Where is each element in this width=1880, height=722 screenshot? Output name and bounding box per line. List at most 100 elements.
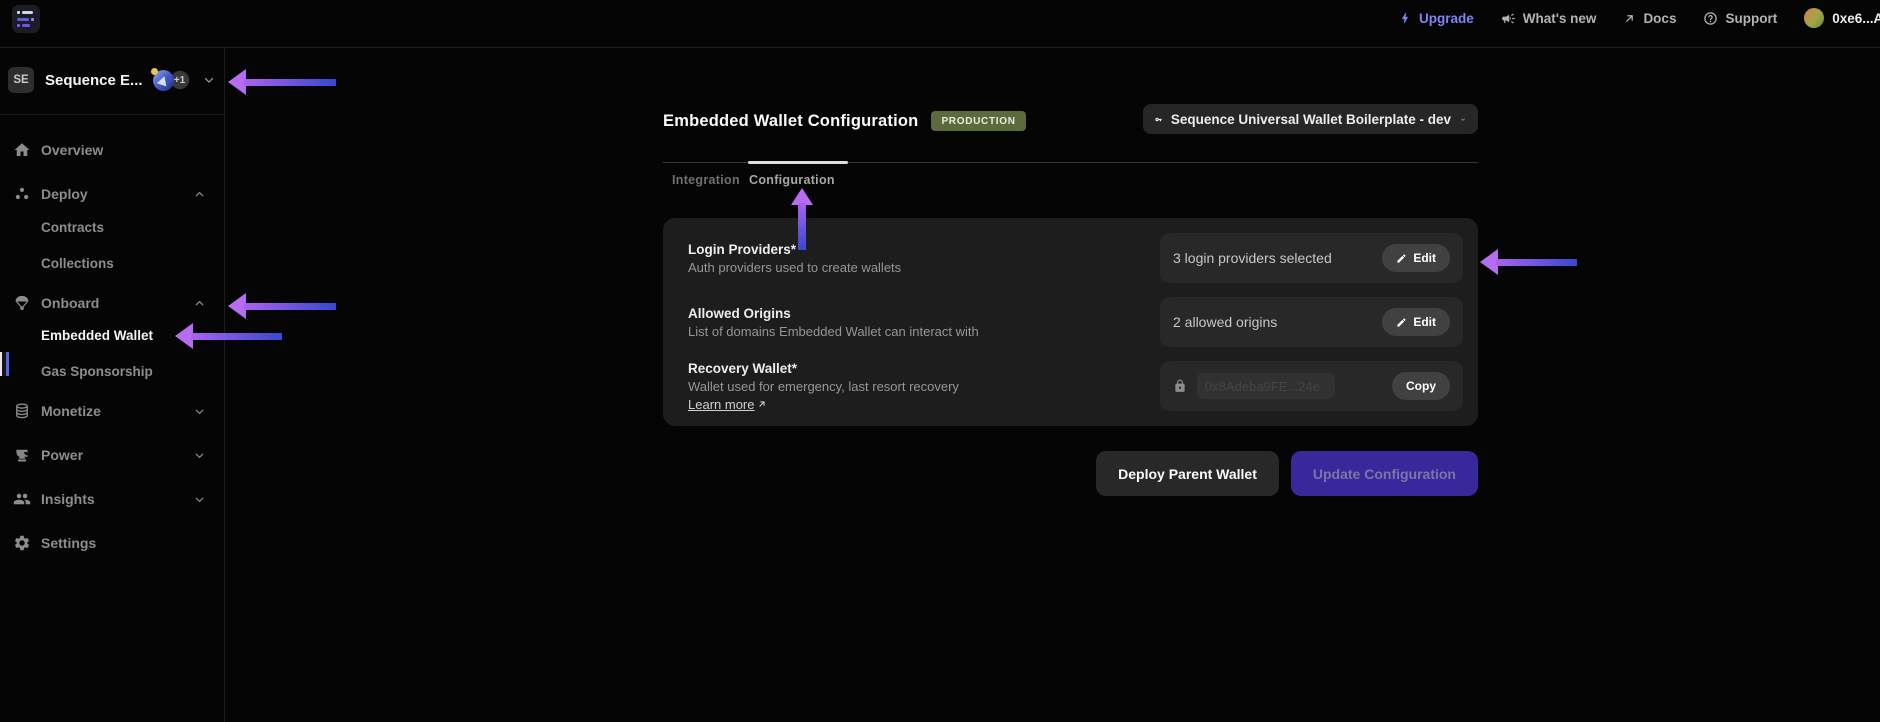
gear-icon bbox=[14, 535, 30, 551]
parachute-icon bbox=[15, 295, 29, 310]
allowed-origins-value-box: 2 allowed origins Edit bbox=[1160, 297, 1463, 347]
annotation-arrow-configuration-tab bbox=[791, 188, 813, 250]
deploy-cluster-icon bbox=[15, 187, 29, 200]
upgrade-button[interactable]: Upgrade bbox=[1398, 11, 1474, 26]
sidebar-item-monetize[interactable]: Monetize bbox=[0, 399, 224, 423]
tabbar: Integration Configuration bbox=[663, 161, 1478, 196]
sidebar-item-overview[interactable]: Overview bbox=[0, 138, 224, 162]
annotation-arrow-edit-button bbox=[1480, 249, 1577, 275]
help-circle-icon bbox=[1704, 11, 1718, 25]
sidebar-item-label: Contracts bbox=[41, 219, 105, 235]
recovery-wallet-row: Recovery Wallet* Wallet used for emergen… bbox=[678, 360, 1463, 412]
pencil-icon bbox=[1397, 317, 1406, 327]
chevron-down-icon bbox=[195, 497, 204, 502]
actions-row: Deploy Parent Wallet Update Configuratio… bbox=[663, 451, 1478, 496]
environment-badge: PRODUCTION bbox=[931, 111, 1026, 131]
team-selector[interactable]: SE Sequence E... +1 bbox=[8, 66, 216, 94]
sidebar-divider bbox=[0, 114, 224, 115]
recovery-wallet-address: 0x8Adeba9FE...24e bbox=[1197, 373, 1335, 399]
whats-new-button[interactable]: What's new bbox=[1501, 10, 1597, 26]
edit-label: Edit bbox=[1413, 251, 1436, 265]
allowed-origins-label: Allowed Origins bbox=[688, 305, 791, 321]
topbar-menu: Upgrade What's new Docs Support 0xe6...A… bbox=[1398, 6, 1880, 30]
login-providers-edit-button[interactable]: Edit bbox=[1382, 244, 1450, 272]
account-address: 0xe6...Al bbox=[1832, 10, 1880, 26]
megaphone-icon bbox=[1501, 13, 1515, 23]
external-arrow-icon bbox=[759, 401, 766, 407]
sidebar-item-collections[interactable]: Collections bbox=[0, 251, 224, 275]
configuration-card: Login Providers* Auth providers used to … bbox=[663, 218, 1478, 426]
sidebar-item-label: Onboard bbox=[41, 295, 100, 311]
allowed-origins-row: Allowed Origins List of domains Embedded… bbox=[678, 297, 1463, 347]
annotation-arrow-embedded-wallet bbox=[175, 323, 282, 349]
deploy-parent-wallet-button[interactable]: Deploy Parent Wallet bbox=[1096, 451, 1279, 496]
sidebar-item-deploy[interactable]: Deploy bbox=[0, 182, 224, 206]
sidebar-item-label: Power bbox=[41, 447, 84, 463]
sidebar-item-insights[interactable]: Insights bbox=[0, 487, 224, 511]
sidebar-item-label: Monetize bbox=[41, 403, 101, 419]
sidebar-item-label: Collections bbox=[41, 255, 114, 271]
sequence-logo-icon[interactable] bbox=[12, 5, 40, 33]
project-selector-value: Sequence Universal Wallet Boilerplate - … bbox=[1170, 111, 1451, 127]
recovery-wallet-label: Recovery Wallet* bbox=[688, 360, 798, 376]
sidebar-item-label: Insights bbox=[41, 491, 95, 507]
support-label: Support bbox=[1725, 10, 1778, 26]
login-providers-value-box: 3 login providers selected Edit bbox=[1160, 233, 1463, 283]
sidebar-item-label: Deploy bbox=[41, 186, 88, 202]
whats-new-label: What's new bbox=[1522, 10, 1597, 26]
recovery-wallet-value-box: 0x8Adeba9FE...24e Copy bbox=[1160, 361, 1463, 411]
external-arrow-icon bbox=[1626, 14, 1634, 22]
chevron-down-icon bbox=[195, 409, 204, 414]
key-icon bbox=[1155, 117, 1162, 121]
annotation-arrow-onboard bbox=[228, 293, 336, 319]
docs-link[interactable]: Docs bbox=[1623, 11, 1676, 26]
login-providers-description: Auth providers used to create wallets bbox=[688, 259, 902, 275]
topbar: Upgrade What's new Docs Support 0xe6...A… bbox=[0, 0, 1880, 48]
edit-label: Edit bbox=[1413, 315, 1436, 329]
sidebar-item-label: Embedded Wallet bbox=[41, 327, 154, 343]
annotation-arrow-team-selector bbox=[228, 69, 336, 95]
allowed-origins-value: 2 allowed origins bbox=[1173, 314, 1278, 330]
team-avatar bbox=[150, 67, 174, 91]
allowed-origins-description: List of domains Embedded Wallet can inte… bbox=[688, 323, 979, 339]
chevron-up-icon bbox=[195, 301, 204, 306]
notification-dot bbox=[150, 67, 158, 75]
chevron-down-icon bbox=[195, 453, 204, 458]
team-name: Sequence E... bbox=[45, 71, 143, 89]
sidebar-item-contracts[interactable]: Contracts bbox=[0, 215, 224, 239]
lock-icon bbox=[1175, 379, 1185, 392]
sidebar-item-settings[interactable]: Settings bbox=[0, 531, 224, 555]
support-link[interactable]: Support bbox=[1703, 11, 1777, 26]
tab-integration[interactable]: Integration bbox=[672, 163, 740, 196]
chevron-down-icon bbox=[1461, 118, 1465, 121]
allowed-origins-edit-button[interactable]: Edit bbox=[1382, 308, 1450, 336]
lightning-bolt-icon bbox=[1402, 12, 1408, 24]
team-initials-badge: SE bbox=[8, 67, 34, 93]
coins-icon bbox=[16, 403, 28, 419]
pencil-icon bbox=[1397, 253, 1406, 263]
upgrade-label: Upgrade bbox=[1418, 10, 1474, 26]
page-title: Embedded Wallet Configuration bbox=[663, 111, 919, 130]
chevron-up-icon bbox=[195, 192, 204, 197]
sidebar-item-gas-sponsorship[interactable]: Gas Sponsorship bbox=[0, 359, 224, 383]
sidebar-item-label: Settings bbox=[41, 535, 97, 551]
sidebar: SE Sequence E... +1 Overview Deploy Cont… bbox=[0, 48, 225, 722]
anvil-icon bbox=[16, 449, 28, 462]
account-avatar bbox=[1804, 8, 1825, 28]
sidebar-item-onboard[interactable]: Onboard bbox=[0, 291, 224, 315]
chevron-down-icon bbox=[204, 77, 213, 83]
docs-label: Docs bbox=[1643, 10, 1677, 26]
account-menu[interactable]: 0xe6...Al bbox=[1804, 8, 1880, 28]
project-selector-dropdown[interactable]: Sequence Universal Wallet Boilerplate - … bbox=[1143, 104, 1478, 134]
sidebar-item-power[interactable]: Power bbox=[0, 443, 224, 467]
sidebar-item-label: Gas Sponsorship bbox=[41, 363, 153, 379]
login-providers-value: 3 login providers selected bbox=[1173, 250, 1332, 266]
stray-focus-artifact bbox=[0, 352, 9, 376]
learn-more-link[interactable]: Learn more bbox=[688, 397, 767, 412]
update-configuration-button[interactable]: Update Configuration bbox=[1290, 451, 1478, 496]
copy-label: Copy bbox=[1406, 379, 1436, 393]
recovery-wallet-copy-button[interactable]: Copy bbox=[1392, 372, 1450, 400]
home-icon bbox=[14, 143, 30, 156]
people-icon bbox=[13, 493, 31, 505]
sidebar-item-label: Overview bbox=[41, 142, 104, 158]
